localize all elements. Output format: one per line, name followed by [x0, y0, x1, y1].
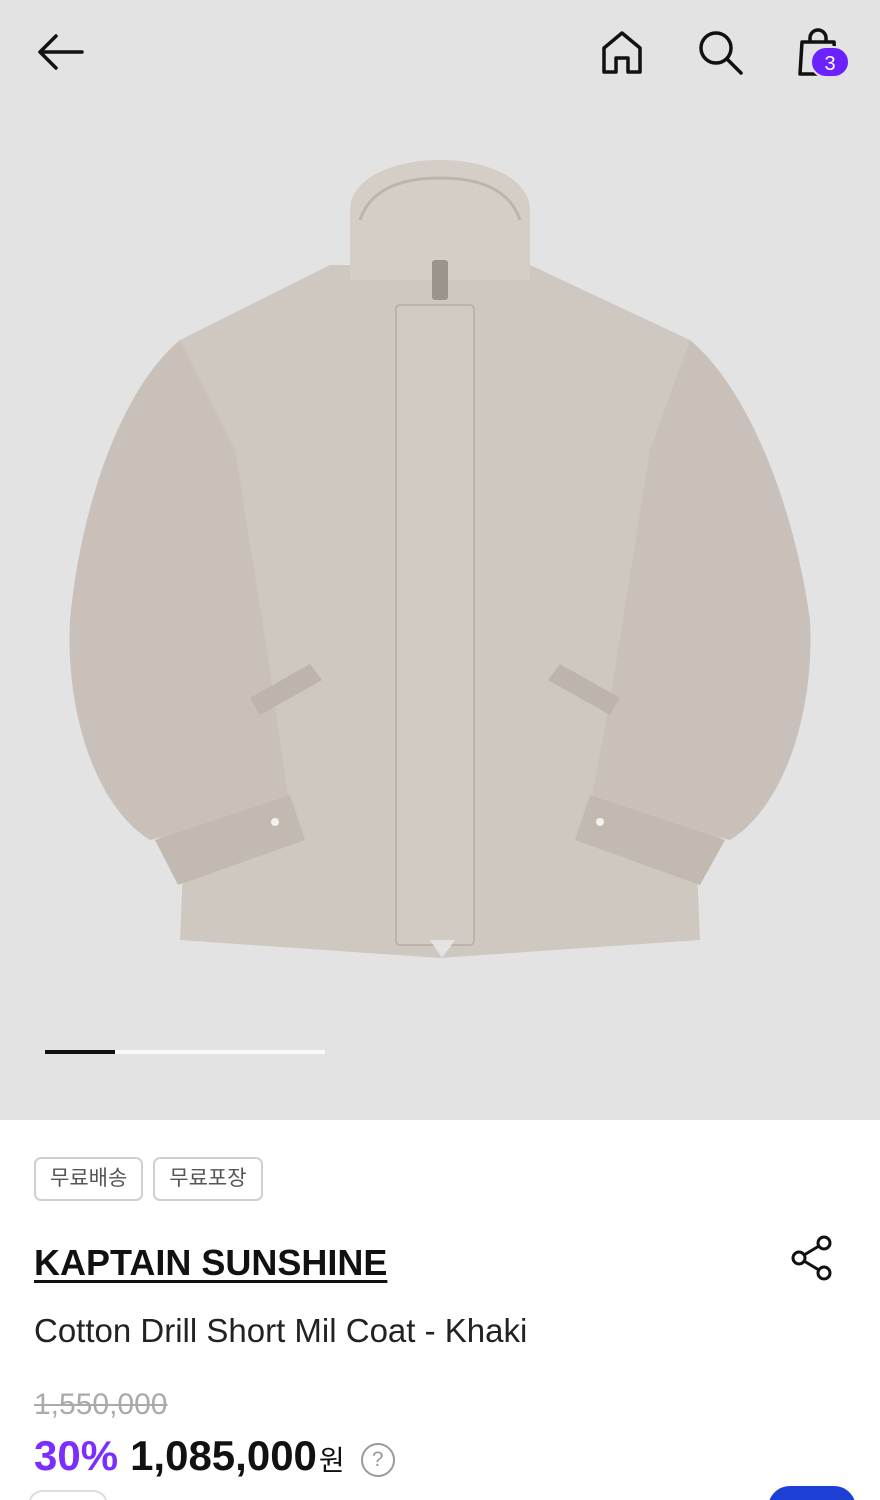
service-badges: 무료배송 무료포장 [34, 1157, 263, 1201]
original-price: 1,550,000 [34, 1388, 168, 1421]
share-button[interactable] [784, 1230, 840, 1286]
free-shipping-badge: 무료배송 [34, 1157, 144, 1201]
search-button[interactable] [690, 22, 750, 82]
bottom-chip[interactable] [28, 1490, 108, 1500]
back-button[interactable] [30, 22, 90, 82]
question-circle-icon[interactable]: ? [360, 1443, 395, 1477]
cart-button[interactable]: 3 [788, 22, 850, 82]
product-title: Cotton Drill Short Mil Coat - Khaki [34, 1312, 528, 1349]
search-icon [699, 31, 743, 75]
discount-rate: 30% [34, 1432, 119, 1479]
brand-link[interactable]: KAPTAIN SUNSHINE [34, 1242, 387, 1284]
home-button[interactable] [592, 22, 652, 82]
product-gallery[interactable]: 3 [0, 0, 880, 1120]
product-image[interactable] [60, 150, 820, 970]
floating-action-button[interactable] [768, 1486, 856, 1500]
home-icon [602, 31, 642, 74]
gallery-indicator-fill [45, 1050, 115, 1054]
free-wrapping-badge: 무료포장 [153, 1157, 263, 1201]
sale-price: 1,085,000 [130, 1432, 317, 1479]
share-icon [791, 1235, 832, 1281]
cart-count-badge: 3 [810, 46, 850, 78]
gallery-indicator [45, 1050, 325, 1054]
currency-unit: 원 [318, 1445, 345, 1476]
price-row: 30% 1,085,000 원 ? [34, 1432, 395, 1481]
back-arrow-icon [38, 34, 84, 70]
